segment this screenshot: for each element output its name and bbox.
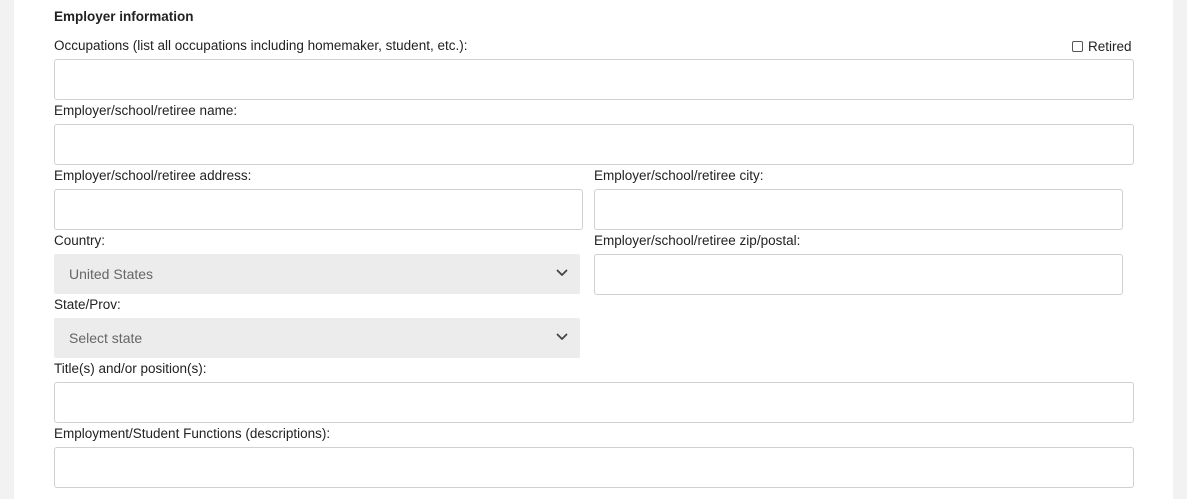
employer-name-label: Employer/school/retiree name: — [54, 103, 238, 118]
zip-input[interactable] — [594, 254, 1123, 295]
titles-label: Title(s) and/or position(s): — [54, 361, 207, 376]
state-label: State/Prov: — [54, 297, 121, 312]
country-select[interactable]: United States — [54, 254, 580, 294]
employer-address-label: Employer/school/retiree address: — [54, 168, 252, 183]
titles-input[interactable] — [54, 382, 1134, 423]
functions-label: Employment/Student Functions (descriptio… — [54, 426, 331, 441]
retired-checkbox-group[interactable]: Retired — [1072, 38, 1132, 54]
functions-input[interactable] — [54, 447, 1134, 488]
employer-address-input[interactable] — [54, 189, 583, 230]
chevron-down-icon — [556, 333, 568, 340]
chevron-down-icon — [556, 269, 568, 276]
state-selected-value: Select state — [69, 330, 143, 346]
country-label: Country: — [54, 233, 106, 248]
zip-label: Employer/school/retiree zip/postal: — [594, 233, 801, 248]
retired-label: Retired — [1088, 38, 1132, 54]
state-select[interactable]: Select state — [54, 318, 580, 358]
employer-city-label: Employer/school/retiree city: — [594, 168, 764, 183]
country-selected-value: United States — [69, 266, 154, 282]
employer-city-input[interactable] — [594, 189, 1123, 230]
employer-name-input[interactable] — [54, 124, 1134, 165]
section-title: Employer information — [54, 9, 194, 24]
occupations-input[interactable] — [54, 59, 1134, 100]
retired-checkbox[interactable] — [1072, 40, 1083, 52]
occupations-label: Occupations (list all occupations includ… — [54, 38, 468, 53]
